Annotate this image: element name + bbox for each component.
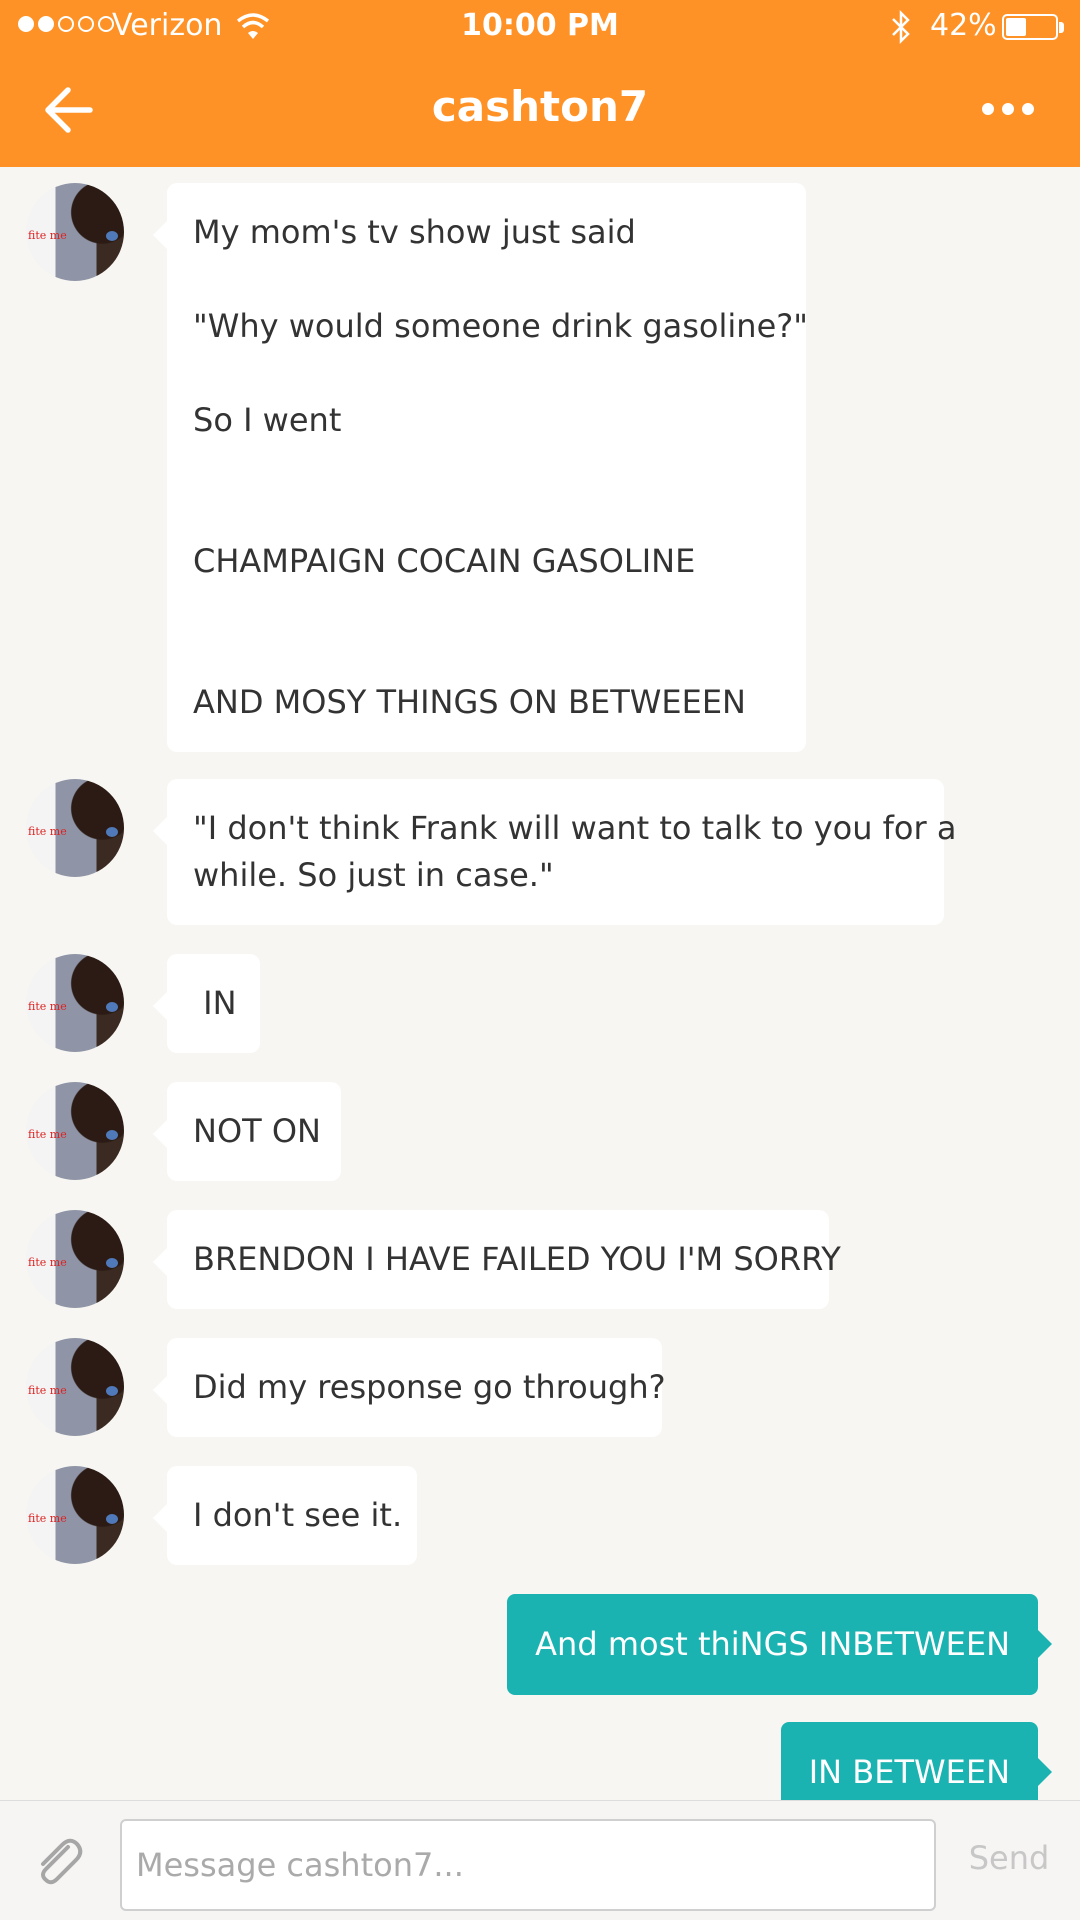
- more-dots-icon[interactable]: [982, 94, 1042, 124]
- avatar[interactable]: fite me: [26, 1466, 124, 1564]
- paperclip-icon[interactable]: [30, 1833, 86, 1889]
- clock: 10:00 PM: [461, 8, 619, 43]
- message-line: Did my response go through?: [193, 1368, 666, 1406]
- message-bubble-incoming[interactable]: My mom's tv show just said "Why would som…: [153, 183, 808, 752]
- avatar-caption: fite me: [28, 1256, 67, 1269]
- message-bubble-incoming[interactable]: I don't see it.: [153, 1466, 417, 1565]
- message-bubble-incoming[interactable]: NOT ON: [153, 1082, 341, 1181]
- message-line: [193, 350, 780, 397]
- message-bubble-incoming[interactable]: "I don't think Frank will want to talk t…: [153, 779, 957, 925]
- message-line: "I don't think Frank will want to talk t…: [193, 809, 957, 847]
- conversation-title: cashton7: [431, 82, 649, 131]
- avatar-caption: fite me: [28, 1384, 67, 1397]
- message-input[interactable]: [120, 1819, 936, 1911]
- bluetooth-icon: [892, 10, 910, 44]
- message-bubble-outgoing[interactable]: IN BETWEEN: [780, 1722, 1053, 1800]
- avatar[interactable]: fite me: [26, 1338, 124, 1436]
- send-button[interactable]: Send: [954, 1839, 1064, 1877]
- avatar[interactable]: fite me: [26, 183, 124, 281]
- message-line: [193, 256, 780, 303]
- battery-level: [1006, 18, 1026, 36]
- message-bubble-incoming[interactable]: Did my response go through?: [153, 1338, 666, 1437]
- message-line: [193, 491, 780, 538]
- message-line: AND MOSY THINGS ON BETWEEEN: [193, 683, 746, 721]
- battery-percent: 42%: [930, 8, 997, 43]
- message-bubble-outgoing[interactable]: And most thiNGS INBETWEEN: [507, 1594, 1052, 1695]
- message-line: NOT ON: [193, 1112, 321, 1150]
- battery-icon: [1002, 14, 1058, 40]
- message-bubble-incoming[interactable]: BRENDON I HAVE FAILED YOU I'M SORRY: [153, 1210, 841, 1309]
- app-header: Verizon 10:00 PM 42% cashton7: [0, 0, 1080, 167]
- avatar-caption: fite me: [28, 825, 67, 838]
- message-bubble-incoming[interactable]: IN: [153, 954, 260, 1053]
- battery-cap: [1059, 22, 1064, 33]
- message-line: [193, 632, 780, 679]
- avatar[interactable]: fite me: [26, 779, 124, 877]
- message-line: [193, 444, 780, 491]
- status-bar: Verizon 10:00 PM 42%: [0, 0, 1080, 54]
- message-list[interactable]: fite me My mom's tv show just said "Why w…: [0, 167, 1080, 1800]
- avatar-caption: fite me: [28, 1512, 67, 1525]
- message-line: CHAMPAIGN COCAIN GASOLINE: [193, 542, 696, 580]
- message-line: "Why would someone drink gasoline?": [193, 307, 808, 345]
- message-composer: Send: [0, 1800, 1080, 1920]
- message-line: My mom's tv show just said: [193, 213, 636, 251]
- avatar-caption: fite me: [28, 229, 67, 242]
- message-line: So I went: [193, 401, 342, 439]
- message-line: I don't see it.: [193, 1496, 403, 1534]
- message-line: IN: [193, 984, 237, 1022]
- avatar[interactable]: fite me: [26, 1210, 124, 1308]
- avatar[interactable]: fite me: [26, 954, 124, 1052]
- avatar[interactable]: fite me: [26, 1082, 124, 1180]
- avatar-caption: fite me: [28, 1128, 67, 1141]
- message-line: [193, 585, 780, 632]
- message-line: BRENDON I HAVE FAILED YOU I'M SORRY: [193, 1240, 841, 1278]
- avatar-caption: fite me: [28, 1000, 67, 1013]
- nav-bar: cashton7: [0, 54, 1080, 167]
- message-line: while. So just in case.": [193, 856, 554, 894]
